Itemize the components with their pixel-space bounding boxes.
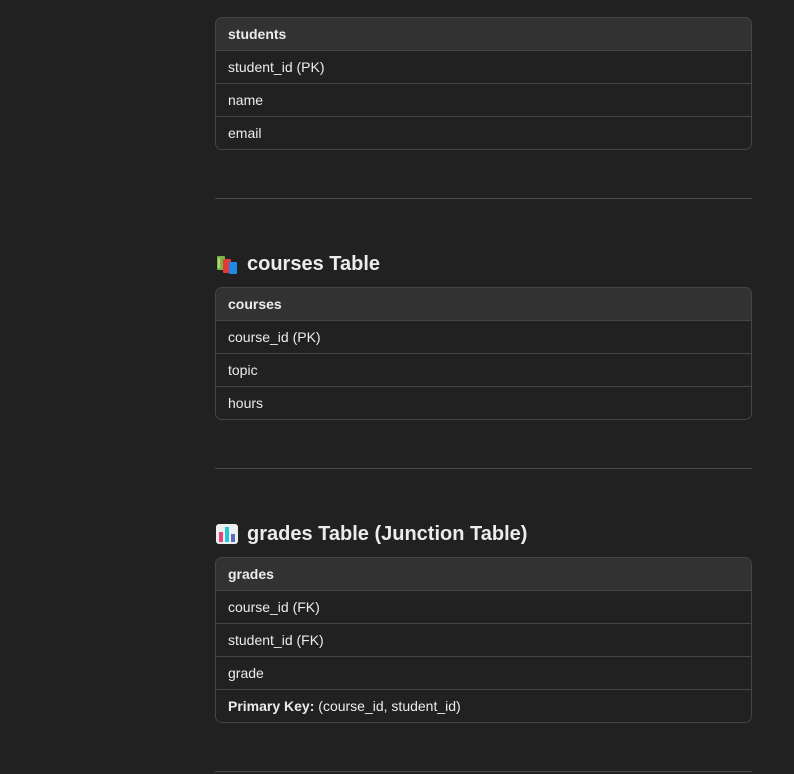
table-row: student_id (FK)	[216, 623, 751, 656]
primary-key-row: Primary Key: (course_id, student_id)	[216, 689, 751, 722]
bar-chart-icon	[215, 523, 239, 545]
courses-table-header: courses	[216, 288, 751, 320]
table-row: email	[216, 116, 751, 149]
table-row: topic	[216, 353, 751, 386]
grades-table-header: grades	[216, 558, 751, 590]
table-row: course_id (FK)	[216, 590, 751, 623]
grades-heading-text: grades Table (Junction Table)	[247, 523, 528, 545]
divider	[215, 468, 752, 469]
students-table: students student_id (PK) name email	[215, 17, 752, 150]
primary-key-value: (course_id, student_id)	[314, 698, 461, 714]
table-row: hours	[216, 386, 751, 419]
courses-heading-text: courses Table	[247, 253, 381, 275]
courses-heading: courses Table	[215, 250, 380, 278]
table-row: course_id (PK)	[216, 320, 751, 353]
students-table-header: students	[216, 18, 751, 50]
divider	[215, 198, 752, 199]
primary-key-label: Primary Key:	[228, 698, 315, 714]
table-row: grade	[216, 656, 751, 689]
grades-heading: grades Table (Junction Table)	[215, 520, 527, 548]
courses-table: courses course_id (PK) topic hours	[215, 287, 752, 420]
table-row: name	[216, 83, 751, 116]
table-row: student_id (PK)	[216, 50, 751, 83]
grades-table: grades course_id (FK) student_id (FK) gr…	[215, 557, 752, 723]
divider	[215, 771, 752, 772]
books-icon	[215, 253, 239, 275]
